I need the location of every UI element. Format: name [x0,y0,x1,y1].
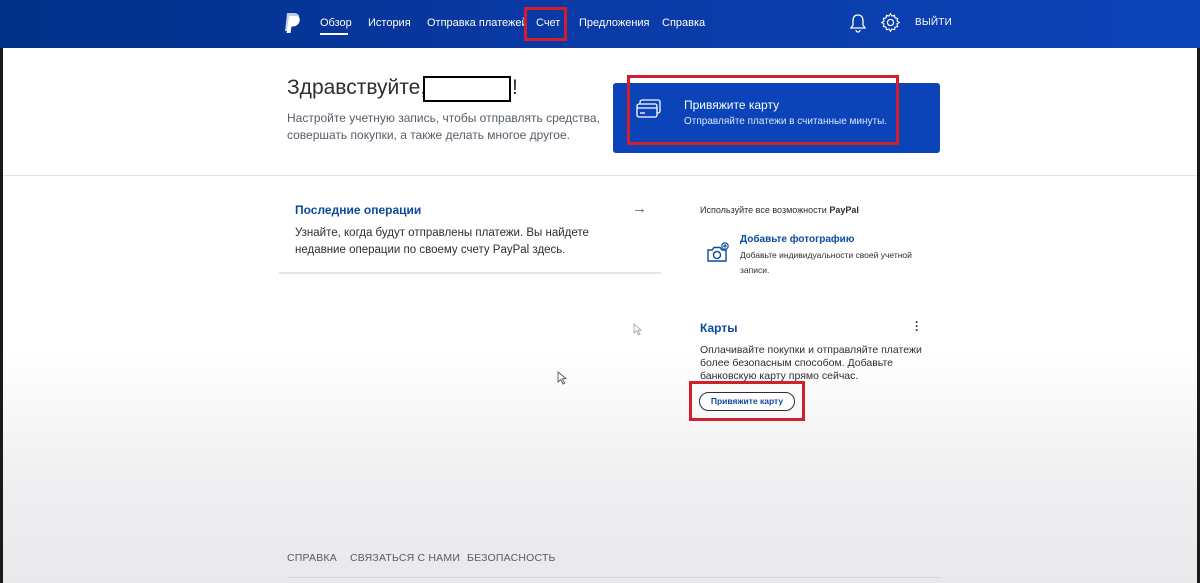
nav-overview[interactable]: Обзор [320,17,352,29]
top-nav-bar: Обзор История Отправка платежей Счет Пре… [0,0,1200,48]
kebab-menu-icon[interactable]: · · · [915,316,919,336]
nav-offers[interactable]: Предложения [579,17,650,29]
mouse-cursor-icon [557,371,567,385]
recent-activity-body: Узнайте, когда будут отправлены платежи.… [295,227,589,256]
arrow-right-icon[interactable]: → [632,200,647,217]
features-brand: PayPal [829,205,859,215]
frame-edge-left [0,0,3,583]
highlight-box-promo [627,75,899,145]
nav-history[interactable]: История [368,17,411,29]
nav-help[interactable]: Справка [662,17,705,29]
greeting-subtitle: Настройте учетную запись, чтобы отправля… [287,111,600,142]
features-intro-text: Используйте все возможности [700,205,827,215]
camera-plus-icon[interactable] [705,242,729,264]
redacted-name [423,76,511,102]
paypal-logo-icon[interactable] [283,12,301,34]
gear-icon[interactable] [880,12,901,33]
add-photo-link[interactable]: Добавьте фотографию [740,234,854,245]
recent-activity-title[interactable]: Последние операции [295,203,421,217]
features-intro: Используйте все возможности PayPal [700,205,859,215]
cards-title: Карты [700,321,738,335]
greeting-title: Здравствуйте, [287,76,427,99]
highlight-box-account [524,7,567,41]
footer-contact-link[interactable]: СВЯЗАТЬСЯ С НАМИ [350,552,460,564]
cards-description: Оплачивайте покупки и отправляйте платеж… [700,344,922,382]
nav-active-indicator [320,33,348,35]
bell-icon[interactable] [849,13,867,33]
mouse-cursor-icon [633,323,642,336]
footer-help-link[interactable]: СПРАВКА [287,552,337,564]
greeting-exclamation: ! [512,76,518,99]
logout-link[interactable]: ВЫЙТИ [915,17,952,28]
section-divider [3,175,1197,176]
nav-send-payments[interactable]: Отправка платежей [427,17,528,29]
footer-security-link[interactable]: БЕЗОПАСНОСТЬ [467,552,556,564]
footer-divider [287,577,940,578]
add-photo-description: Добавьте индивидуальности своей учетной … [740,250,912,275]
highlight-box-link-card [689,381,805,421]
